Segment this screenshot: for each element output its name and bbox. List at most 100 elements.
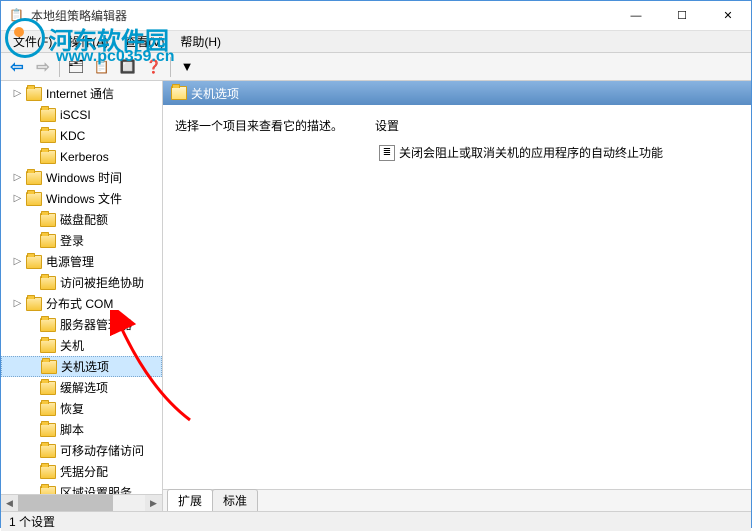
folder-icon — [40, 339, 56, 353]
toolbar-separator — [59, 57, 60, 77]
expand-spacer — [25, 444, 38, 457]
folder-icon — [40, 402, 56, 416]
expand-spacer — [26, 360, 39, 373]
export-icon: 🔲 — [120, 59, 136, 75]
help-button[interactable]: ❓ — [142, 55, 166, 79]
tree-item-label: iSCSI — [60, 108, 91, 122]
folder-icon — [26, 171, 42, 185]
menu-view[interactable]: 查看(V) — [116, 31, 172, 52]
filter-button[interactable]: ▼ — [175, 55, 199, 79]
minimize-button[interactable]: — — [613, 1, 659, 31]
expand-spacer — [25, 381, 38, 394]
expand-spacer — [25, 129, 38, 142]
main-window: 📋 本地组策略编辑器 — ☐ ✕ 文件(F) 操作(A) 查看(V) 帮助(H)… — [0, 0, 752, 528]
window-title: 本地组策略编辑器 — [31, 7, 613, 24]
tree-item-label: 分布式 COM — [46, 295, 113, 312]
nav-forward-button[interactable]: ⇨ — [31, 55, 55, 79]
expand-spacer — [25, 402, 38, 415]
tree-item-4[interactable]: ▷ Windows 时间 — [1, 167, 162, 188]
scroll-left-button[interactable]: ◀ — [1, 495, 18, 511]
detail-tabs: 扩展 标准 — [163, 489, 751, 511]
folder-icon — [40, 213, 56, 227]
expand-spacer — [25, 318, 38, 331]
export-button[interactable]: 🔲 — [116, 55, 140, 79]
tree-item-3[interactable]: Kerberos — [1, 146, 162, 167]
expand-spacer — [25, 108, 38, 121]
help-icon: ❓ — [146, 59, 162, 75]
menu-help[interactable]: 帮助(H) — [172, 31, 229, 52]
tree-item-9[interactable]: 访问被拒绝协助 — [1, 272, 162, 293]
nav-back-button[interactable]: ⇦ — [5, 55, 29, 79]
expand-spacer — [25, 423, 38, 436]
tree-item-label: 可移动存储访问 — [60, 442, 144, 459]
folder-icon — [40, 276, 56, 290]
maximize-button[interactable]: ☐ — [659, 1, 705, 31]
setting-item-label: 关闭会阻止或取消关机的应用程序的自动终止功能 — [399, 144, 663, 161]
menu-file[interactable]: 文件(F) — [5, 31, 60, 52]
tree-item-label: 磁盘配额 — [60, 211, 108, 228]
tree-item-14[interactable]: 缓解选项 — [1, 377, 162, 398]
arrow-left-icon: ⇦ — [10, 57, 23, 77]
tree-item-18[interactable]: 凭据分配 — [1, 461, 162, 482]
tree-item-16[interactable]: 脚本 — [1, 419, 162, 440]
tree-item-10[interactable]: ▷ 分布式 COM — [1, 293, 162, 314]
folder-icon — [40, 108, 56, 122]
expand-spacer — [25, 276, 38, 289]
tree-item-0[interactable]: ▷Internet 通信 — [1, 83, 162, 104]
description-column: 选择一个项目来查看它的描述。 — [171, 113, 371, 481]
tree-item-5[interactable]: ▷Windows 文件 — [1, 188, 162, 209]
tab-extended[interactable]: 扩展 — [167, 489, 213, 511]
tab-standard[interactable]: 标准 — [212, 489, 258, 511]
close-button[interactable]: ✕ — [705, 1, 751, 31]
tree-item-1[interactable]: iSCSI — [1, 104, 162, 125]
tree-item-7[interactable]: 登录 — [1, 230, 162, 251]
scroll-right-button[interactable]: ▶ — [145, 495, 162, 511]
expand-spacer — [25, 465, 38, 478]
folder-icon — [26, 297, 42, 311]
tree-item-15[interactable]: 恢复 — [1, 398, 162, 419]
filter-icon: ▼ — [181, 59, 194, 74]
toolbar-separator — [170, 57, 171, 77]
horizontal-scrollbar[interactable]: ◀ ▶ — [1, 494, 162, 511]
tree-item-8[interactable]: ▷ 电源管理 — [1, 251, 162, 272]
setting-item-0[interactable]: ≣关闭会阻止或取消关机的应用程序的自动终止功能 — [375, 142, 739, 163]
folder-icon — [26, 192, 42, 206]
tree-item-2[interactable]: KDC — [1, 125, 162, 146]
tree-item-label: 访问被拒绝协助 — [60, 274, 144, 291]
tree-item-6[interactable]: 磁盘配额 — [1, 209, 162, 230]
folder-icon — [40, 465, 56, 479]
toolbar: ⇦ ⇨ 🗂 📋 🔲 ❓ ▼ — [1, 53, 751, 81]
titlebar[interactable]: 📋 本地组策略编辑器 — ☐ ✕ — [1, 1, 751, 31]
tree-item-label: 关机选项 — [61, 358, 109, 375]
tree-item-label: 恢复 — [60, 400, 84, 417]
tree-item-12[interactable]: 关机 — [1, 335, 162, 356]
tree-item-label: Windows 时间 — [46, 169, 122, 186]
tree-item-label: 登录 — [60, 232, 84, 249]
settings-header: 设置 — [375, 117, 739, 134]
expand-icon[interactable]: ▷ — [11, 192, 24, 205]
expand-icon[interactable]: ▷ — [11, 297, 24, 310]
properties-button[interactable]: 📋 — [90, 55, 114, 79]
tree-item-label: 关机 — [60, 337, 84, 354]
show-hide-tree-button[interactable]: 🗂 — [64, 55, 88, 79]
folder-icon — [171, 86, 187, 100]
tree-item-17[interactable]: 可移动存储访问 — [1, 440, 162, 461]
expand-icon[interactable]: ▷ — [11, 171, 24, 184]
expand-icon[interactable]: ▷ — [11, 87, 24, 100]
tree-item-label: 缓解选项 — [60, 379, 108, 396]
expand-spacer — [25, 339, 38, 352]
menubar: 文件(F) 操作(A) 查看(V) 帮助(H) — [1, 31, 751, 53]
detail-body: 选择一个项目来查看它的描述。 设置 ≣关闭会阻止或取消关机的应用程序的自动终止功… — [163, 105, 751, 489]
folder-icon — [40, 150, 56, 164]
tree-item-label: KDC — [60, 129, 85, 143]
status-text: 1 个设置 — [9, 513, 55, 530]
tree-item-11[interactable]: 服务器管理器 — [1, 314, 162, 335]
tree-item-13[interactable]: 关机选项 — [1, 356, 162, 377]
folder-icon — [26, 87, 42, 101]
tree-item-label: 电源管理 — [46, 253, 94, 270]
scroll-thumb[interactable] — [18, 495, 113, 511]
menu-action[interactable]: 操作(A) — [60, 31, 116, 52]
folder-icon — [41, 360, 57, 374]
scroll-track[interactable] — [18, 495, 145, 511]
expand-icon[interactable]: ▷ — [11, 255, 24, 268]
